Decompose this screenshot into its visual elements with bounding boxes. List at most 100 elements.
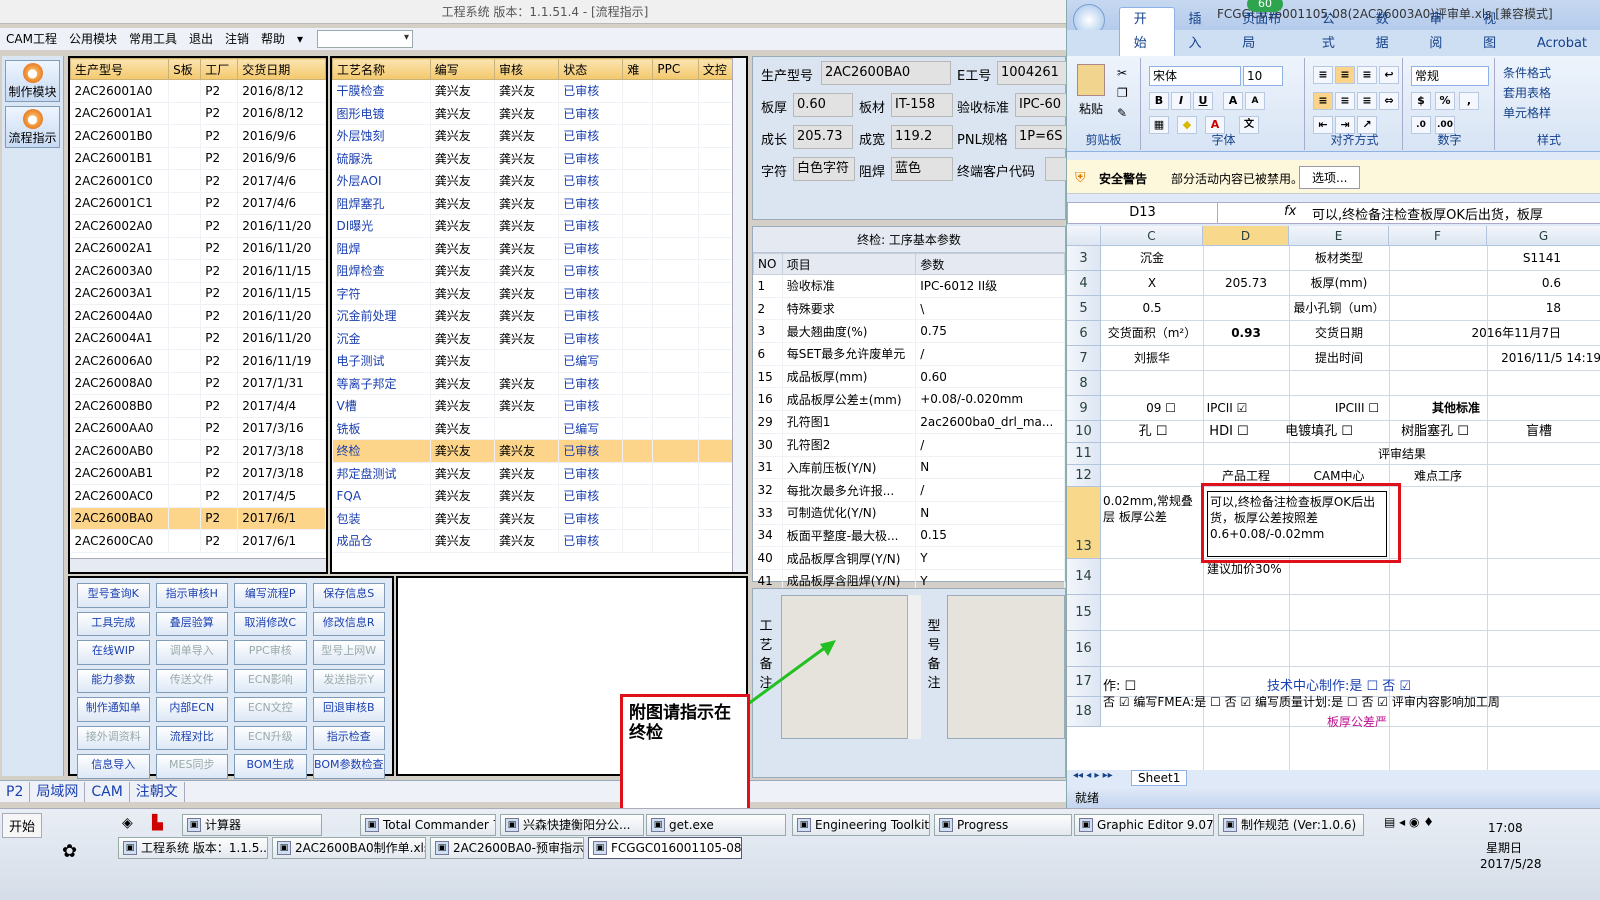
column-header[interactable]: C bbox=[1101, 226, 1203, 246]
table-row[interactable]: 包装 龚兴友 龚兴友 已审核 bbox=[332, 507, 747, 530]
taskbar-item[interactable]: ▣ Engineering Toolkit 9.... bbox=[792, 814, 930, 836]
ribbon-tab-formula[interactable]: 公式 bbox=[1308, 8, 1362, 56]
menu-help[interactable]: 帮助 bbox=[255, 28, 291, 50]
checkbox-option[interactable]: 技术中心制作:是 ☐ 否 ☑ bbox=[1267, 675, 1567, 694]
taskbar-item[interactable]: ▣ 兴森快捷衡阳分公... bbox=[500, 814, 644, 836]
cut-icon[interactable]: ✂ bbox=[1117, 66, 1127, 80]
paste-label[interactable]: 粘贴 bbox=[1079, 100, 1103, 117]
taskbar-item[interactable]: ▣ Graphic Editor 9.07b2... bbox=[1074, 814, 1214, 836]
table-row[interactable]: 3 最大翘曲度(%) 0.75 bbox=[753, 319, 1065, 344]
table-row[interactable]: 16 成品板厚公差±(mm) +0.08/-0.020mm bbox=[753, 387, 1065, 412]
table-row[interactable]: 邦定盘测试 龚兴友 龚兴友 已审核 bbox=[332, 462, 747, 485]
table-row[interactable]: 阻焊检查 龚兴友 龚兴友 已审核 bbox=[332, 259, 747, 283]
table-row[interactable]: 2AC26001A0 P2 2016/8/12 bbox=[70, 79, 326, 103]
taskbar-item[interactable]: ▣ 2AC2600BA0制作单.xls ... bbox=[272, 837, 426, 859]
function-button[interactable]: 工具完成 bbox=[77, 611, 150, 636]
function-button[interactable]: 信息导入 bbox=[77, 754, 150, 779]
ribbon-tab-view[interactable]: 视图 bbox=[1469, 8, 1523, 56]
start-button[interactable]: 开始 bbox=[2, 813, 43, 838]
table-row[interactable]: 6 每SET最多允许废单元 / bbox=[753, 342, 1065, 366]
sheet-cell[interactable]: 18 bbox=[1389, 296, 1600, 321]
material-field[interactable]: IT-158 bbox=[891, 93, 953, 117]
table-row[interactable]: 干膜检查 龚兴友 龚兴友 已审核 bbox=[332, 79, 747, 103]
function-button[interactable]: 制作通知单 bbox=[77, 697, 150, 722]
make-module-button[interactable]: ● 制作模块 bbox=[5, 60, 60, 102]
ribbon-tab-home[interactable]: 开始 bbox=[1118, 7, 1175, 56]
align-top-icon[interactable]: ≡ bbox=[1313, 66, 1333, 84]
row-header[interactable]: 4 bbox=[1067, 271, 1101, 296]
table-row[interactable]: 铣板 龚兴友 已编写 bbox=[332, 417, 747, 440]
function-button[interactable]: ECN升级 bbox=[234, 725, 307, 750]
process-col-header[interactable]: 难 bbox=[622, 58, 654, 80]
sheet-cell[interactable]: 板厚(mm) bbox=[1289, 271, 1389, 296]
currency-icon[interactable]: $ bbox=[1411, 92, 1431, 110]
table-row[interactable]: 2AC2600BA0 P2 2017/6/1 bbox=[70, 507, 326, 530]
model-grid-scrollbar[interactable] bbox=[70, 558, 326, 572]
function-button[interactable]: 保存信息S bbox=[312, 583, 385, 608]
checkbox-option[interactable]: 其他标准 bbox=[1401, 396, 1511, 421]
checkbox-option[interactable]: IPCIII ☐ bbox=[1297, 396, 1417, 421]
taskbar-item[interactable]: ▣ 计算器 bbox=[182, 814, 322, 836]
conditional-format-button[interactable]: 条件格式 bbox=[1503, 64, 1551, 81]
table-row[interactable]: 2AC26003A0 P2 2016/11/15 bbox=[70, 259, 326, 283]
align-left-icon[interactable]: ≡ bbox=[1313, 92, 1333, 110]
sheet-cell[interactable]: 0.5 bbox=[1101, 296, 1203, 321]
table-row[interactable]: 30 孔符图2/ bbox=[753, 433, 1065, 457]
tray-icons[interactable]: ▤ ◂ ◉ ♦ bbox=[1384, 815, 1434, 829]
function-button[interactable]: 叠层验算 bbox=[155, 611, 228, 636]
column-header[interactable]: G bbox=[1487, 226, 1600, 246]
table-row[interactable]: 2AC26001A1 P2 2016/8/12 bbox=[70, 102, 326, 125]
sheet-cell[interactable]: 提出时间 bbox=[1289, 346, 1389, 371]
process-note-scrollbar[interactable] bbox=[907, 595, 921, 739]
format-table-button[interactable]: 套用表格 bbox=[1503, 84, 1551, 101]
table-row[interactable]: 沉金前处理 龚兴友 龚兴友 已审核 bbox=[332, 304, 747, 328]
table-row[interactable]: 2AC2600AA0 P2 2017/3/16 bbox=[70, 417, 326, 440]
function-button[interactable]: BOM参数检查 bbox=[312, 754, 385, 779]
table-row[interactable]: 2AC26004A1 P2 2016/11/20 bbox=[70, 327, 326, 350]
table-row[interactable]: 2AC26001B0 P2 2016/9/6 bbox=[70, 124, 326, 148]
taskbar-item[interactable]: ▣ Progress bbox=[934, 814, 1072, 836]
comma-icon[interactable]: , bbox=[1459, 92, 1479, 110]
function-button[interactable]: 能力参数 bbox=[77, 668, 150, 693]
table-row[interactable]: 2AC26003A1 P2 2016/11/15 bbox=[70, 282, 326, 305]
sheet-cell[interactable]: 0.6 bbox=[1389, 271, 1600, 296]
function-button[interactable]: MES同步 bbox=[155, 754, 228, 779]
customer-code-field[interactable] bbox=[1045, 157, 1067, 181]
menu-combo[interactable] bbox=[317, 30, 414, 48]
function-button[interactable]: 内部ECN bbox=[155, 697, 228, 722]
align-bottom-icon[interactable]: ≡ bbox=[1357, 66, 1377, 84]
menu-tools[interactable]: 常用工具 bbox=[123, 28, 183, 50]
align-middle-icon[interactable]: ≡ bbox=[1335, 66, 1355, 84]
table-row[interactable]: 沉金 龚兴友 龚兴友 已审核 bbox=[332, 327, 747, 350]
function-button[interactable]: 流程对比 bbox=[155, 725, 228, 750]
row-header[interactable]: 15 bbox=[1067, 595, 1101, 631]
wrap-text-icon[interactable]: ↩ bbox=[1379, 66, 1399, 84]
table-row[interactable]: 2AC2600AC0 P2 2017/4/5 bbox=[70, 484, 326, 508]
model-note-box[interactable] bbox=[947, 595, 1065, 739]
function-button[interactable]: 在线WIP bbox=[77, 640, 150, 665]
formula-input[interactable]: 可以,终检备注检查板厚OK后出货，板厚 bbox=[1312, 204, 1543, 223]
fx-icon[interactable]: fx bbox=[1284, 204, 1296, 219]
checkbox-option[interactable]: 电镀填孔 ☐ bbox=[1267, 421, 1371, 443]
table-row[interactable]: V槽 龚兴友 龚兴友 已审核 bbox=[332, 394, 747, 418]
column-header[interactable]: D bbox=[1203, 226, 1289, 246]
table-row[interactable]: 1 验收标准 IPC-6012 II级 bbox=[753, 274, 1065, 298]
row-header[interactable]: 17 bbox=[1067, 667, 1101, 697]
menu-logout[interactable]: 注销 bbox=[219, 28, 255, 50]
sheet-tab-sheet1[interactable]: Sheet1 bbox=[1131, 770, 1188, 786]
row-header[interactable]: 3 bbox=[1067, 246, 1101, 271]
model-col-header[interactable]: 生产型号 bbox=[69, 58, 170, 80]
sheet-cell[interactable]: 板厚公差严 bbox=[1297, 713, 1417, 730]
function-button[interactable]: 调单导入 bbox=[155, 640, 228, 665]
copy-icon[interactable]: ❐ bbox=[1117, 86, 1128, 100]
table-row[interactable]: 阻焊塞孔 龚兴友 龚兴友 已审核 bbox=[332, 192, 747, 215]
function-button[interactable]: 指示检查 bbox=[312, 725, 385, 750]
merge-icon[interactable]: ⇔ bbox=[1379, 92, 1399, 110]
table-row[interactable]: 终检 龚兴友 龚兴友 已审核 bbox=[332, 439, 747, 463]
sheet-cell[interactable]: 2016/11/5 14:19 bbox=[1389, 346, 1600, 371]
percent-icon[interactable]: % bbox=[1435, 92, 1455, 110]
row-header[interactable]: 13 bbox=[1067, 487, 1101, 559]
table-row[interactable]: 外层AOI 龚兴友 龚兴友 已审核 bbox=[332, 169, 747, 193]
table-row[interactable]: 2AC2600CA0 P2 2017/6/1 bbox=[70, 529, 326, 553]
process-col-header[interactable]: 状态 bbox=[558, 58, 624, 80]
